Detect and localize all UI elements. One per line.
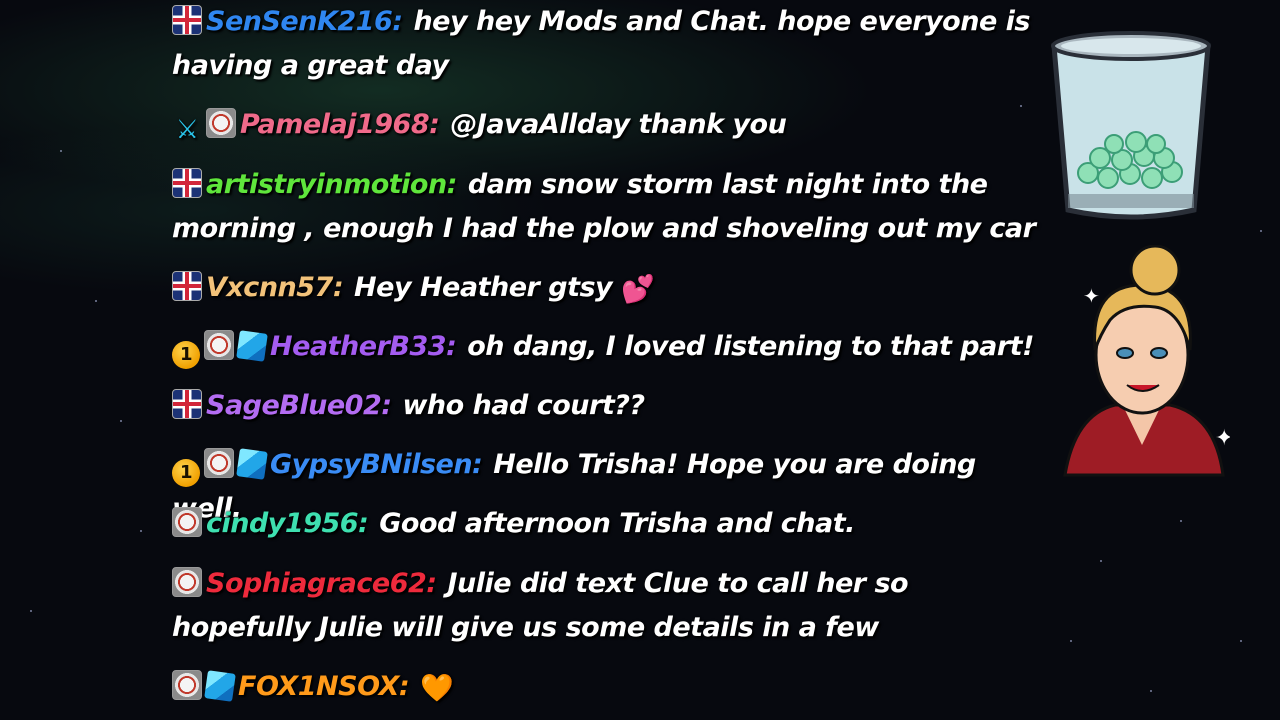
chat-message: SageBlue02: who had court?? (172, 384, 1052, 428)
two-hearts-emote-icon: 💕 (621, 274, 655, 305)
chat-message: Vxcnn57: Hey Heather gtsy 💕 (172, 266, 1052, 312)
svg-text:✦: ✦ (1083, 284, 1100, 308)
chat-message: artistryinmotion: dam snow storm last ni… (172, 163, 1052, 251)
community-badge-icon (172, 507, 202, 537)
community-badge-icon (172, 567, 202, 597)
uk-flag-badge-icon (172, 168, 202, 198)
chat-username: Sophiagrace62: (206, 568, 437, 599)
chat-message: cindy1956: Good afternoon Trisha and cha… (172, 502, 1052, 546)
chat-message: FOX1NSOX: 🧡 (172, 665, 1052, 711)
chat-message: ⚔ Pamelaj1968: @JavaAllday thank you (172, 103, 1052, 147)
tier-one-badge-icon: 1 (172, 459, 200, 487)
chat-username: Pamelaj1968: (240, 109, 440, 140)
chat-message: 1 HeatherB33: oh dang, I loved listening … (172, 325, 1052, 369)
chat-text: who had court?? (402, 390, 645, 421)
chat-username: SageBlue02: (206, 390, 392, 421)
svg-text:✦: ✦ (1215, 426, 1230, 451)
chat-username: cindy1956: (206, 508, 369, 539)
cube-badge-icon (236, 330, 268, 362)
cube-badge-icon (204, 670, 236, 702)
uk-flag-badge-icon (172, 5, 202, 35)
chat-username: GypsyBNilsen: (270, 449, 483, 480)
tip-jar-icon (1051, 31, 1211, 220)
chat-username: HeatherB33: (270, 331, 457, 362)
orange-heart-emote-icon: 🧡 (420, 673, 454, 704)
chat-text: Hey Heather gtsy (354, 272, 613, 303)
sword-badge-icon: ⚔ (175, 115, 199, 145)
streamer-avatar-icon: ✦ ✦ (1063, 245, 1230, 477)
community-badge-icon (204, 330, 234, 360)
chat-username: SenSenK216: (206, 6, 403, 37)
chat-username: Vxcnn57: (206, 272, 344, 303)
chat-message: SenSenK216: hey hey Mods and Chat. hope … (172, 0, 1052, 88)
community-badge-icon (204, 448, 234, 478)
chat-text: @JavaAllday thank you (450, 109, 787, 140)
uk-flag-badge-icon (172, 271, 202, 301)
cube-badge-icon (236, 448, 268, 480)
community-badge-icon (172, 670, 202, 700)
tier-one-badge-icon: 1 (172, 341, 200, 369)
chat-username: artistryinmotion: (206, 169, 457, 200)
community-badge-icon (206, 108, 236, 138)
chat-username: FOX1NSOX: (238, 671, 410, 702)
chat-message: Sophiagrace62: Julie did text Clue to ca… (172, 562, 1052, 650)
chat-text: oh dang, I loved listening to that part! (467, 331, 1034, 362)
uk-flag-badge-icon (172, 389, 202, 419)
chat-text: Good afternoon Trisha and chat. (379, 508, 855, 539)
